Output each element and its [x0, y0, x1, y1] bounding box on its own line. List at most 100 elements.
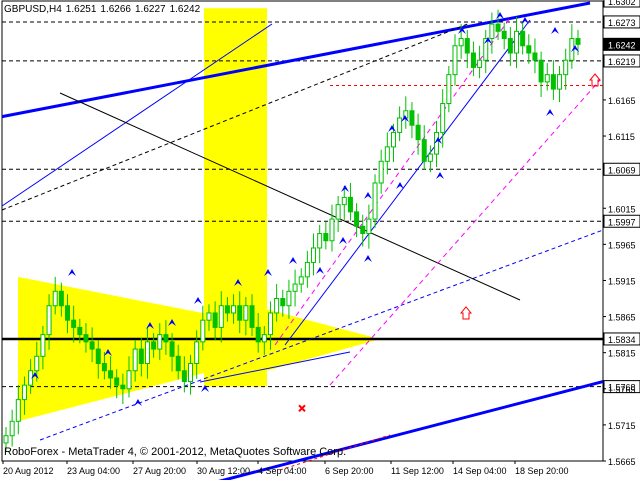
candle-body — [452, 45, 458, 76]
candle-body — [347, 196, 353, 213]
candle-body — [464, 38, 470, 54]
candle-body — [427, 153, 433, 162]
candle-body — [89, 341, 95, 350]
candle-body — [46, 305, 52, 336]
candle-body — [237, 305, 243, 321]
candle-body — [231, 305, 237, 314]
candle-body — [372, 182, 378, 220]
candle-body — [249, 305, 255, 328]
candle-body — [163, 334, 169, 343]
candle-body — [138, 348, 144, 365]
y-tick-label: 1.5765 — [608, 385, 636, 395]
y-tick-label: 1.6302 — [608, 0, 636, 7]
candle-body — [434, 131, 440, 155]
candle-body — [101, 363, 107, 372]
candle-body — [520, 30, 526, 47]
candle-body — [409, 110, 415, 126]
candle-body — [440, 103, 446, 133]
candle-body — [317, 233, 323, 249]
candle-body — [255, 326, 261, 343]
y-tick-label: 1.6242 — [608, 40, 636, 50]
candle-body — [126, 370, 132, 390]
candle-body — [501, 30, 507, 40]
chart-header: GBPUSD,H4 1.6251 1.6266 1.6227 1.6242 — [4, 4, 204, 15]
x-tick-label: 23 Aug 04:00 — [67, 466, 120, 476]
x-tick-label: 18 Sep 20:00 — [515, 466, 569, 476]
candle-body — [384, 146, 390, 162]
ohlc-high: 1.6266 — [100, 4, 131, 15]
y-tick-label: 1.6165 — [608, 96, 636, 106]
candle-body — [206, 312, 212, 321]
candle-body — [120, 384, 126, 390]
candle-body — [470, 52, 476, 68]
candle-body — [477, 59, 483, 68]
candle-body — [21, 384, 27, 401]
price-chart: 1.6302 1.6273 1.6242 1.6219 1.6165 1.6115 1.60… — [1, 0, 640, 485]
y-tick-label: 1.5865 — [608, 313, 636, 323]
candle-body — [3, 435, 9, 444]
candle-body — [40, 334, 46, 357]
candle-body — [175, 355, 181, 372]
symbol-label: GBPUSD,H4 — [4, 4, 62, 15]
candle-body — [446, 74, 452, 105]
candle-body — [513, 30, 519, 54]
candle-body — [415, 124, 421, 141]
candle-body — [95, 348, 101, 365]
x-tick-label: 20 Aug 2012 — [3, 466, 54, 476]
candle-body — [151, 341, 157, 350]
candle-body — [575, 38, 581, 45]
candle-body — [218, 305, 224, 328]
y-axis: 1.6302 1.6273 1.6242 1.6219 1.6165 1.6115 1.60… — [603, 0, 640, 467]
candle-body — [526, 45, 532, 54]
x-tick-label: 6 Sep 20:00 — [325, 466, 374, 476]
candle-body — [77, 326, 83, 336]
candle-body — [65, 305, 71, 321]
candle-body — [181, 370, 187, 383]
candle-body — [261, 334, 267, 343]
candle-body — [243, 305, 249, 321]
ohlc-open: 1.6251 — [65, 4, 97, 15]
x-tick-label: 27 Aug 20:00 — [133, 466, 186, 476]
candle-body — [397, 117, 403, 133]
ohlc-close: 1.6242 — [169, 4, 201, 15]
y-tick-label: 1.6115 — [608, 132, 635, 142]
candle-body — [83, 334, 89, 343]
candle-body — [421, 139, 427, 162]
y-tick-label: 1.5997 — [608, 217, 636, 227]
y-tick-label: 1.6273 — [608, 18, 636, 28]
candle-body — [108, 370, 114, 379]
candle-body — [194, 341, 200, 365]
y-tick-label: 1.5915 — [608, 276, 636, 286]
x-tick-label: 14 Sep 04:00 — [453, 466, 507, 476]
candle-body — [341, 196, 347, 206]
y-tick-label: 1.5965 — [608, 240, 636, 250]
candle-body — [267, 312, 273, 336]
candle-body — [114, 377, 120, 386]
candle-body — [323, 233, 329, 242]
candle-body — [274, 298, 280, 314]
candle-body — [458, 38, 464, 47]
candle-body — [354, 211, 360, 227]
candle-body — [200, 319, 206, 343]
ohlc-low: 1.6227 — [134, 4, 166, 15]
copyright-label: RoboForex - MetaTrader 4, © 2001-2012, M… — [4, 446, 347, 458]
candle-body — [292, 283, 298, 292]
candle-body — [280, 298, 286, 307]
candle-body — [563, 59, 569, 76]
candle-body — [378, 160, 384, 184]
x-tick-label: 30 Aug 12:00 — [197, 466, 250, 476]
candle-body — [15, 399, 21, 422]
candle-body — [360, 225, 366, 235]
candle-body — [224, 305, 230, 314]
y-tick-label: 1.5715 — [608, 421, 636, 431]
candle-body — [132, 348, 138, 372]
candle-body — [34, 355, 40, 372]
candle-body — [495, 23, 501, 32]
candle-body — [58, 290, 64, 307]
candle-body — [286, 290, 292, 307]
candle-body — [550, 74, 556, 90]
candle-body — [557, 74, 563, 90]
candle-body — [304, 261, 310, 278]
y-tick-label: 1.6069 — [608, 165, 636, 175]
chart-window: 1.6302 1.6273 1.6242 1.6219 1.6165 1.6115 1.60… — [0, 0, 640, 485]
